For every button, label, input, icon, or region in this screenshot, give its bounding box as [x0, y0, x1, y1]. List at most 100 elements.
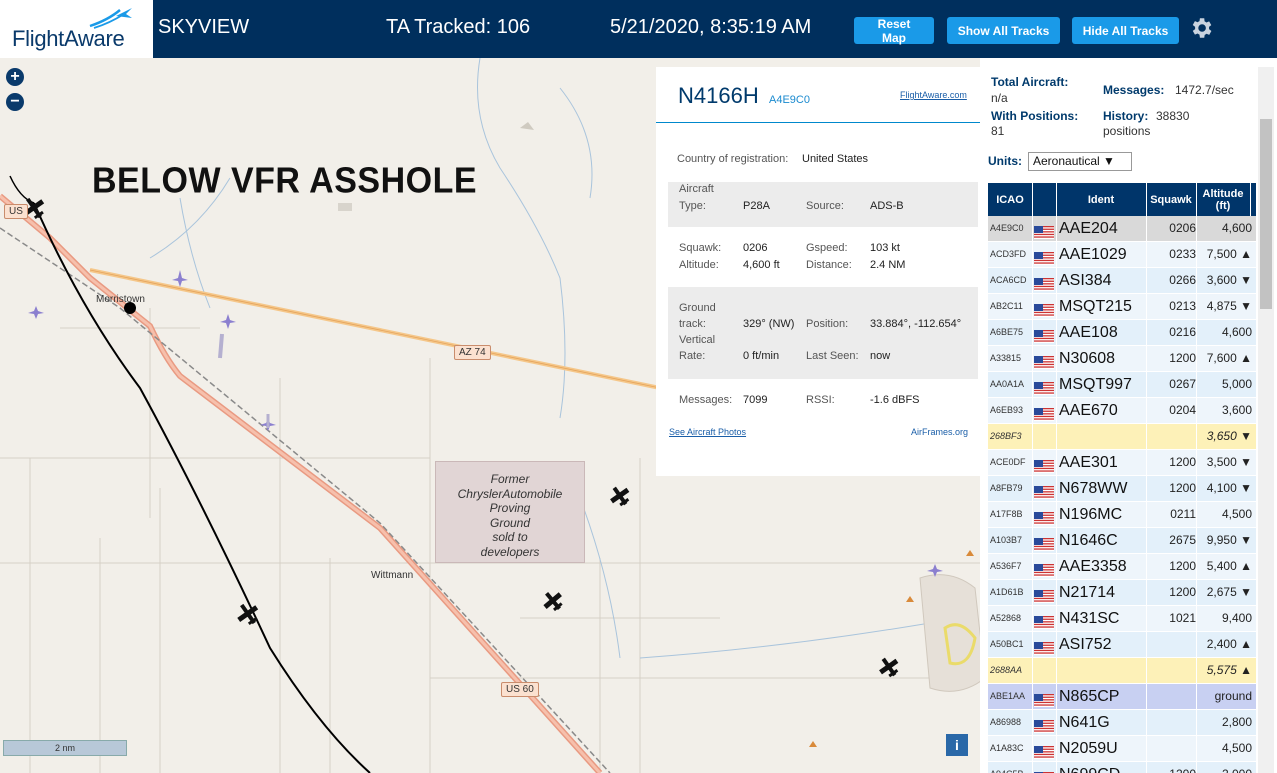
altitude-cell: 3,600 ▼ [1206, 273, 1252, 287]
icao-cell: AA0A1A [990, 379, 1025, 389]
column-separator [1032, 450, 1033, 475]
scale-bar: 2 nm [3, 740, 127, 756]
aircraft-photos-link[interactable]: See Aircraft Photos [669, 427, 746, 437]
show-all-tracks-button[interactable]: Show All Tracks [947, 17, 1060, 44]
gear-icon[interactable] [1188, 15, 1214, 41]
column-separator [1032, 216, 1033, 241]
col-squawk[interactable]: Squawk [1146, 183, 1197, 216]
map-label-morristown: Morristown [96, 294, 145, 305]
table-row[interactable]: ACE0DF AAE301 1200 3,500 ▼ [988, 450, 1256, 476]
column-separator [1032, 580, 1033, 605]
table-row[interactable]: A4E9C0 AAE204 0206 4,600 [988, 216, 1256, 242]
col-altitude[interactable]: Altitude (ft) [1196, 183, 1251, 216]
us-flag-icon [1034, 742, 1054, 759]
zoom-out-button[interactable]: − [6, 93, 24, 111]
table-row[interactable]: AB2C11 MSQT215 0213 4,875 ▼ [988, 294, 1256, 320]
table-row[interactable]: A1D61B N21714 1200 2,675 ▼ [988, 580, 1256, 606]
column-separator [1146, 242, 1147, 267]
us-flag-icon [1034, 612, 1054, 629]
us-flag-icon [1034, 248, 1054, 265]
column-separator [1032, 424, 1033, 449]
squawk-cell: 0267 [1169, 377, 1196, 391]
app-name: SKYVIEW [158, 16, 250, 38]
scrollbar[interactable] [1258, 67, 1274, 773]
us-flag-icon [1034, 274, 1054, 291]
table-row[interactable]: A86988 N641G 2,800 [988, 710, 1256, 736]
table-row[interactable]: A1A83C N2059U 4,500 [988, 736, 1256, 762]
table-row[interactable]: A103B7 N1646C 2675 9,950 ▼ [988, 528, 1256, 554]
table-row[interactable]: A6BE75 AAE108 0216 4,600 [988, 320, 1256, 346]
squawk-cell [1158, 658, 1196, 683]
units-select[interactable]: Aeronautical ▼ [1028, 152, 1132, 171]
history-unit: positions [1103, 124, 1151, 138]
column-separator [1032, 684, 1033, 709]
icao-cell: A86988 [990, 717, 1022, 727]
last-seen-label: Last Seen: [806, 350, 859, 362]
column-separator [1146, 268, 1147, 293]
column-separator [1146, 762, 1147, 773]
table-row[interactable]: A94C5B N699CD 1200 2,000 [988, 762, 1256, 773]
altitude-cell: 2,000 [1202, 762, 1252, 773]
info-button[interactable]: i [946, 734, 968, 756]
airframes-link[interactable]: AirFrames.org [911, 427, 968, 437]
table-body: A4E9C0 AAE204 0206 4,600 ACD3FD AAE1029 0233 7,… [988, 216, 1256, 773]
icao-cell: ABE1AA [990, 691, 1026, 701]
column-separator [1056, 632, 1057, 657]
hide-all-tracks-button[interactable]: Hide All Tracks [1072, 17, 1179, 44]
column-separator [1196, 450, 1197, 475]
col-ident[interactable]: Ident [1056, 183, 1147, 216]
altitude-cell: 2,675 ▼ [1206, 585, 1252, 599]
flightaware-logo[interactable]: FlightAware [0, 0, 153, 58]
column-separator [1196, 658, 1197, 683]
table-row[interactable]: A8FB79 N678WW 1200 4,100 ▼ [988, 476, 1256, 502]
table-row[interactable]: ACA6CD ASI384 0266 3,600 ▼ [988, 268, 1256, 294]
squawk-cell: 0213 [1169, 299, 1196, 313]
altitude-cell: 4,600 [1221, 221, 1252, 235]
table-row[interactable]: 268BF3 3,650 ▼ [988, 424, 1256, 450]
vertical-rate-label: Vertical [679, 334, 716, 346]
aircraft-table: ICAO Ident Squawk Altitude (ft) A4E9C0 AA… [988, 183, 1256, 773]
altitude-cell: 9,400 [1221, 611, 1252, 625]
icao-cell: A1D61B [990, 587, 1024, 597]
table-row[interactable]: A6EB93 AAE670 0204 3,600 [988, 398, 1256, 424]
selected-registration: N4166H [678, 83, 759, 108]
flightaware-link[interactable]: FlightAware.com [900, 90, 967, 100]
col-icao[interactable]: ICAO [988, 183, 1033, 216]
ident-cell: N2059U [1059, 740, 1118, 757]
column-separator [1196, 372, 1197, 397]
rssi-value: -1.6 dBFS [870, 394, 920, 406]
scrollbar-thumb[interactable] [1260, 119, 1272, 309]
ident-cell: N196MC [1059, 506, 1123, 523]
squawk-cell: 0266 [1169, 273, 1196, 287]
zoom-in-button[interactable]: + [6, 68, 24, 86]
table-row[interactable]: ABE1AA N865CP ground [988, 684, 1256, 710]
ident-cell: AAE3358 [1059, 558, 1127, 575]
squawk-cell: 0211 [1170, 507, 1196, 521]
map-annotation: BELOW VFR ASSHOLE [92, 161, 478, 201]
total-aircraft-value: n/a [991, 91, 1008, 105]
table-row[interactable]: A50BC1 ASI752 2,400 ▲ [988, 632, 1256, 658]
table-row[interactable]: A52868 N431SC 1021 9,400 [988, 606, 1256, 632]
ident-cell: N21714 [1059, 584, 1116, 601]
icao-cell: A52868 [990, 613, 1022, 623]
column-separator [1056, 528, 1057, 553]
table-row[interactable]: A536F7 AAE3358 1200 5,400 ▲ [988, 554, 1256, 580]
table-row[interactable]: ACD3FD AAE1029 0233 7,500 ▲ [988, 242, 1256, 268]
us-flag-icon [1034, 638, 1054, 655]
history-label: History: [1103, 109, 1149, 123]
column-separator [1146, 450, 1147, 475]
table-row[interactable]: AA0A1A MSQT997 0267 5,000 [988, 372, 1256, 398]
distance-value: 2.4 NM [870, 259, 906, 271]
table-row[interactable]: 2688AA 5,575 ▲ [988, 658, 1256, 684]
column-separator [1196, 242, 1197, 267]
column-separator [1056, 450, 1057, 475]
column-separator [1196, 762, 1197, 773]
table-row[interactable]: A33815 N30608 1200 7,600 ▲ [988, 346, 1256, 372]
ident-cell: AAE1029 [1059, 246, 1127, 263]
table-row[interactable]: A17F8B N196MC 0211 4,500 [988, 502, 1256, 528]
column-separator [1032, 632, 1033, 657]
squawk-cell: 0206 [1169, 221, 1196, 235]
detail-divider [656, 122, 980, 123]
squawk-cell [1158, 736, 1196, 761]
reset-map-button[interactable]: Reset Map [854, 17, 934, 45]
